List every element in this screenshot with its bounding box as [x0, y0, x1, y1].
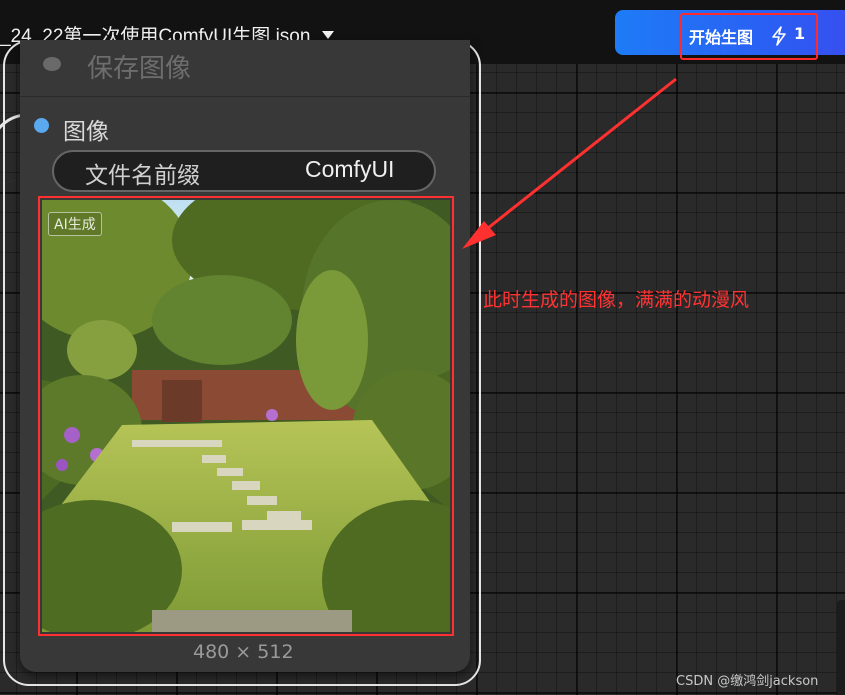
annotation-note: 此时生成的图像，满满的动漫风: [483, 289, 750, 311]
image-dimensions: 480 × 512: [193, 641, 294, 663]
run-count[interactable]: 1: [794, 24, 805, 43]
image-input-label: 图像: [63, 119, 109, 145]
filename-prefix-label: 文件名前缀: [85, 163, 200, 189]
triangle-down-icon[interactable]: [322, 30, 335, 39]
side-panel-edge: [837, 600, 845, 695]
preview-highlight-frame: [38, 196, 454, 636]
ai-generated-badge: AI生成: [48, 212, 102, 236]
lightning-bolt-icon[interactable]: [771, 26, 787, 46]
run-button-label[interactable]: 开始生图: [689, 24, 753, 48]
node-collapse-dot[interactable]: [43, 57, 61, 71]
node-title: 保存图像: [87, 54, 192, 84]
node-header-divider: [20, 96, 470, 97]
watermark: CSDN @缴鸿剑jackson: [676, 674, 819, 689]
image-input-slot[interactable]: [34, 118, 49, 133]
filename-prefix-value[interactable]: ComfyUI: [305, 156, 394, 183]
